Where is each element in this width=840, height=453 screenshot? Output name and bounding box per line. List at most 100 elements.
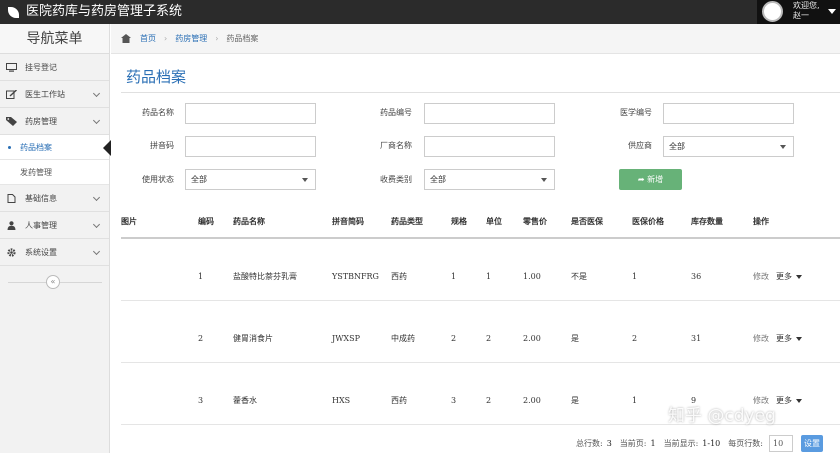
usage-status-select-value: 全部 bbox=[191, 175, 207, 184]
spec-cell: 1 bbox=[451, 238, 486, 301]
unit-cell: 2 bbox=[486, 300, 523, 363]
chevron-down-icon bbox=[541, 178, 547, 182]
pinyin-code-input[interactable] bbox=[185, 136, 316, 157]
home-icon[interactable] bbox=[121, 34, 131, 43]
more-dropdown[interactable]: 更多 bbox=[776, 396, 802, 405]
sidebar-item-pharmacy[interactable]: 药房管理 bbox=[0, 108, 109, 135]
current-page-value: 1 bbox=[650, 438, 656, 448]
chevron-down-icon bbox=[92, 193, 101, 202]
manufacturer-input[interactable] bbox=[424, 136, 555, 157]
sidebar-subitem-label: 发药管理 bbox=[20, 168, 52, 177]
insured-cell: 是 bbox=[571, 300, 632, 363]
code-cell: 3 bbox=[198, 362, 233, 425]
chevron-down-icon bbox=[92, 89, 101, 98]
app-brand: 医院药库与药房管理子系统 bbox=[8, 3, 182, 21]
more-dropdown[interactable]: 更多 bbox=[776, 272, 802, 281]
more-dropdown[interactable]: 更多 bbox=[776, 334, 802, 343]
pinyin-cell: HXS bbox=[332, 362, 391, 425]
set-page-size-button[interactable]: 设置 bbox=[800, 434, 823, 452]
sidebar-subitem-drug-records[interactable]: 药品档案 bbox=[0, 135, 111, 160]
fee-category-select-value: 全部 bbox=[430, 175, 446, 184]
sidebar-item-settings[interactable]: 系统设置 bbox=[0, 239, 109, 266]
image-cell bbox=[121, 362, 198, 425]
column-header: 药品名称 bbox=[233, 205, 332, 239]
table-header-row: 图片 编码 药品名称 拼音简码 药品类型 规格 单位 零售价 是否医保 医保价格… bbox=[121, 205, 840, 239]
supplier-label: 供应商 bbox=[628, 141, 652, 150]
column-header: 拼音简码 bbox=[332, 205, 391, 239]
sidebar-item-label: 人事管理 bbox=[25, 221, 57, 230]
add-button[interactable]: ➦ 新增 bbox=[619, 169, 682, 190]
column-header: 药品类型 bbox=[391, 205, 451, 239]
sidebar-item-hr[interactable]: 人事管理 bbox=[0, 212, 109, 239]
image-cell bbox=[121, 300, 198, 363]
usage-status-select[interactable]: 全部 bbox=[185, 169, 316, 190]
price-cell: 2.00 bbox=[523, 362, 571, 425]
column-header: 零售价 bbox=[523, 205, 571, 239]
sidebar: 导航菜单 挂号登记 医生工作站 药房管理 药品档案 发药管理 基础信息 人事管理… bbox=[0, 24, 111, 453]
sidebar-item-label: 医生工作站 bbox=[25, 90, 65, 99]
drug-code-input[interactable] bbox=[424, 103, 555, 124]
usage-status-label: 使用状态 bbox=[142, 175, 174, 184]
drug-name-label: 药品名称 bbox=[142, 108, 174, 117]
sidebar-item-doctor-station[interactable]: 医生工作站 bbox=[0, 81, 109, 108]
supplier-select[interactable]: 全部 bbox=[663, 136, 794, 157]
actions-cell: 修改 更多 bbox=[753, 300, 840, 363]
unit-cell: 2 bbox=[486, 362, 523, 425]
current-page-label: 当前页: bbox=[619, 438, 647, 448]
column-header: 库存数量 bbox=[691, 205, 753, 239]
image-cell bbox=[121, 238, 198, 301]
medical-code-input[interactable] bbox=[663, 103, 794, 124]
breadcrumb-home[interactable]: 首页 bbox=[140, 33, 156, 44]
edit-link[interactable]: 修改 bbox=[753, 334, 769, 343]
sidebar-title: 导航菜单 bbox=[0, 24, 109, 54]
column-header: 编码 bbox=[198, 205, 233, 239]
total-rows-value: 3 bbox=[606, 438, 612, 448]
table-row: 1 盐酸特比萘芬乳膏 YSTBNFRG 西药 1 1 1.00 不是 1 36 … bbox=[121, 238, 840, 301]
chevron-down-icon bbox=[780, 145, 786, 149]
edit-link[interactable]: 修改 bbox=[753, 272, 769, 281]
chevron-down-icon bbox=[302, 178, 308, 182]
total-rows-label: 总行数: bbox=[576, 438, 603, 448]
breadcrumb-current: 药品档案 bbox=[226, 34, 259, 43]
user-welcome: 欢迎您, 赵一 bbox=[793, 1, 820, 21]
per-page-input[interactable]: 10 bbox=[768, 434, 793, 452]
edit-icon bbox=[6, 90, 17, 99]
avatar[interactable] bbox=[762, 1, 783, 22]
share-icon: ➦ bbox=[637, 175, 645, 184]
chevron-down-icon[interactable] bbox=[828, 9, 836, 14]
stock-cell: 31 bbox=[691, 300, 753, 363]
welcome-text: 欢迎您, bbox=[793, 1, 820, 10]
sidebar-subitem-dispensing[interactable]: 发药管理 bbox=[0, 160, 109, 185]
insured-cell: 不是 bbox=[571, 238, 632, 301]
gear-icon bbox=[7, 248, 16, 257]
spec-cell: 2 bbox=[451, 300, 486, 363]
sidebar-item-label: 挂号登记 bbox=[25, 63, 57, 72]
insured-cell: 是 bbox=[571, 362, 632, 425]
title-divider bbox=[121, 92, 840, 93]
code-cell: 1 bbox=[198, 238, 233, 301]
fee-category-select[interactable]: 全部 bbox=[424, 169, 555, 190]
top-bar: 医院药库与药房管理子系统 欢迎您, 赵一 bbox=[0, 0, 840, 24]
app-title: 医院药库与药房管理子系统 bbox=[26, 4, 183, 19]
user-menu[interactable]: 欢迎您, 赵一 bbox=[757, 0, 840, 24]
chevron-down-icon bbox=[92, 247, 101, 256]
column-header: 是否医保 bbox=[571, 205, 632, 239]
pinyin-cell: YSTBNFRG bbox=[332, 238, 391, 301]
column-header: 规格 bbox=[451, 205, 486, 239]
medical-code-label: 医学编号 bbox=[620, 108, 652, 117]
add-button-label: 新增 bbox=[647, 175, 664, 184]
sidebar-collapse-button[interactable]: « bbox=[46, 275, 60, 289]
breadcrumb-section[interactable]: 药房管理 bbox=[175, 33, 207, 44]
tag-icon bbox=[6, 117, 17, 126]
sidebar-item-label: 基础信息 bbox=[25, 194, 57, 203]
sidebar-item-label: 系统设置 bbox=[25, 248, 57, 257]
insurance-price-cell: 1 bbox=[632, 238, 691, 301]
breadcrumb-separator: › bbox=[164, 34, 168, 43]
drug-name-input[interactable] bbox=[185, 103, 316, 124]
name-cell: 藿香水 bbox=[233, 362, 332, 425]
sidebar-item-basic-info[interactable]: 基础信息 bbox=[0, 185, 109, 212]
column-header: 图片 bbox=[121, 205, 198, 239]
sidebar-item-registration[interactable]: 挂号登记 bbox=[0, 54, 109, 81]
pinyin-code-label: 拼音码 bbox=[150, 141, 174, 150]
unit-cell: 1 bbox=[486, 238, 523, 301]
